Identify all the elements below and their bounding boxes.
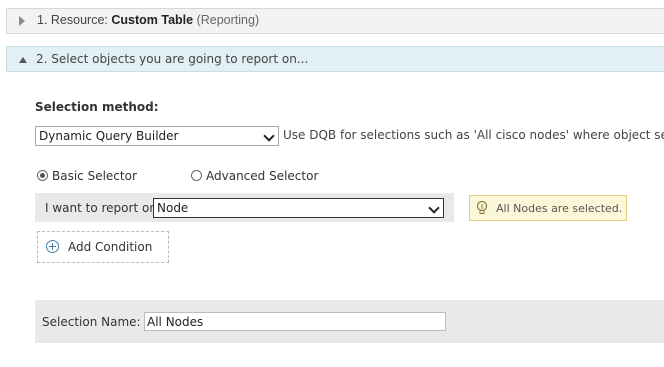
- resource-category: (Reporting): [196, 13, 260, 27]
- chevron-down-icon: [428, 202, 440, 214]
- report-on-dropdown[interactable]: Node: [153, 198, 444, 218]
- resource-name: Custom Table: [111, 13, 194, 27]
- basic-selector-radio[interactable]: [37, 170, 48, 181]
- chevron-down-icon: [263, 130, 275, 142]
- advanced-selector-radio[interactable]: [191, 170, 202, 181]
- report-on-label: I want to report on: [45, 201, 157, 215]
- section-header-resource-text: 1. Resource: Custom Table (Reporting): [37, 13, 259, 27]
- add-condition-label: Add Condition: [68, 240, 153, 254]
- info-message-text: All Nodes are selected.: [496, 202, 623, 215]
- selection-method-dropdown[interactable]: Dynamic Query Builder: [35, 126, 279, 146]
- lightbulb-icon: [476, 200, 488, 214]
- section-title: 2. Select objects you are going to repor…: [36, 52, 309, 66]
- selection-method-value: Dynamic Query Builder: [39, 129, 179, 143]
- collapse-triangle-icon: [19, 57, 27, 63]
- selection-name-label: Selection Name:: [42, 315, 141, 329]
- section-header-select-objects[interactable]: 2. Select objects you are going to repor…: [6, 46, 664, 72]
- basic-selector-label[interactable]: Basic Selector: [52, 169, 137, 183]
- selection-method-hint: Use DQB for selections such as 'All cisc…: [283, 128, 664, 142]
- add-circle-icon: [46, 240, 59, 253]
- selection-method-label: Selection method:: [35, 100, 159, 114]
- resource-prefix: 1. Resource:: [37, 13, 108, 27]
- report-on-value: Node: [157, 201, 189, 215]
- expand-triangle-icon: [19, 16, 25, 26]
- info-message: All Nodes are selected.: [469, 195, 627, 221]
- advanced-selector-label[interactable]: Advanced Selector: [206, 169, 318, 183]
- selection-name-input[interactable]: [144, 312, 446, 331]
- add-condition-button[interactable]: Add Condition: [37, 231, 169, 263]
- section-header-resource[interactable]: 1. Resource: Custom Table (Reporting): [6, 8, 664, 34]
